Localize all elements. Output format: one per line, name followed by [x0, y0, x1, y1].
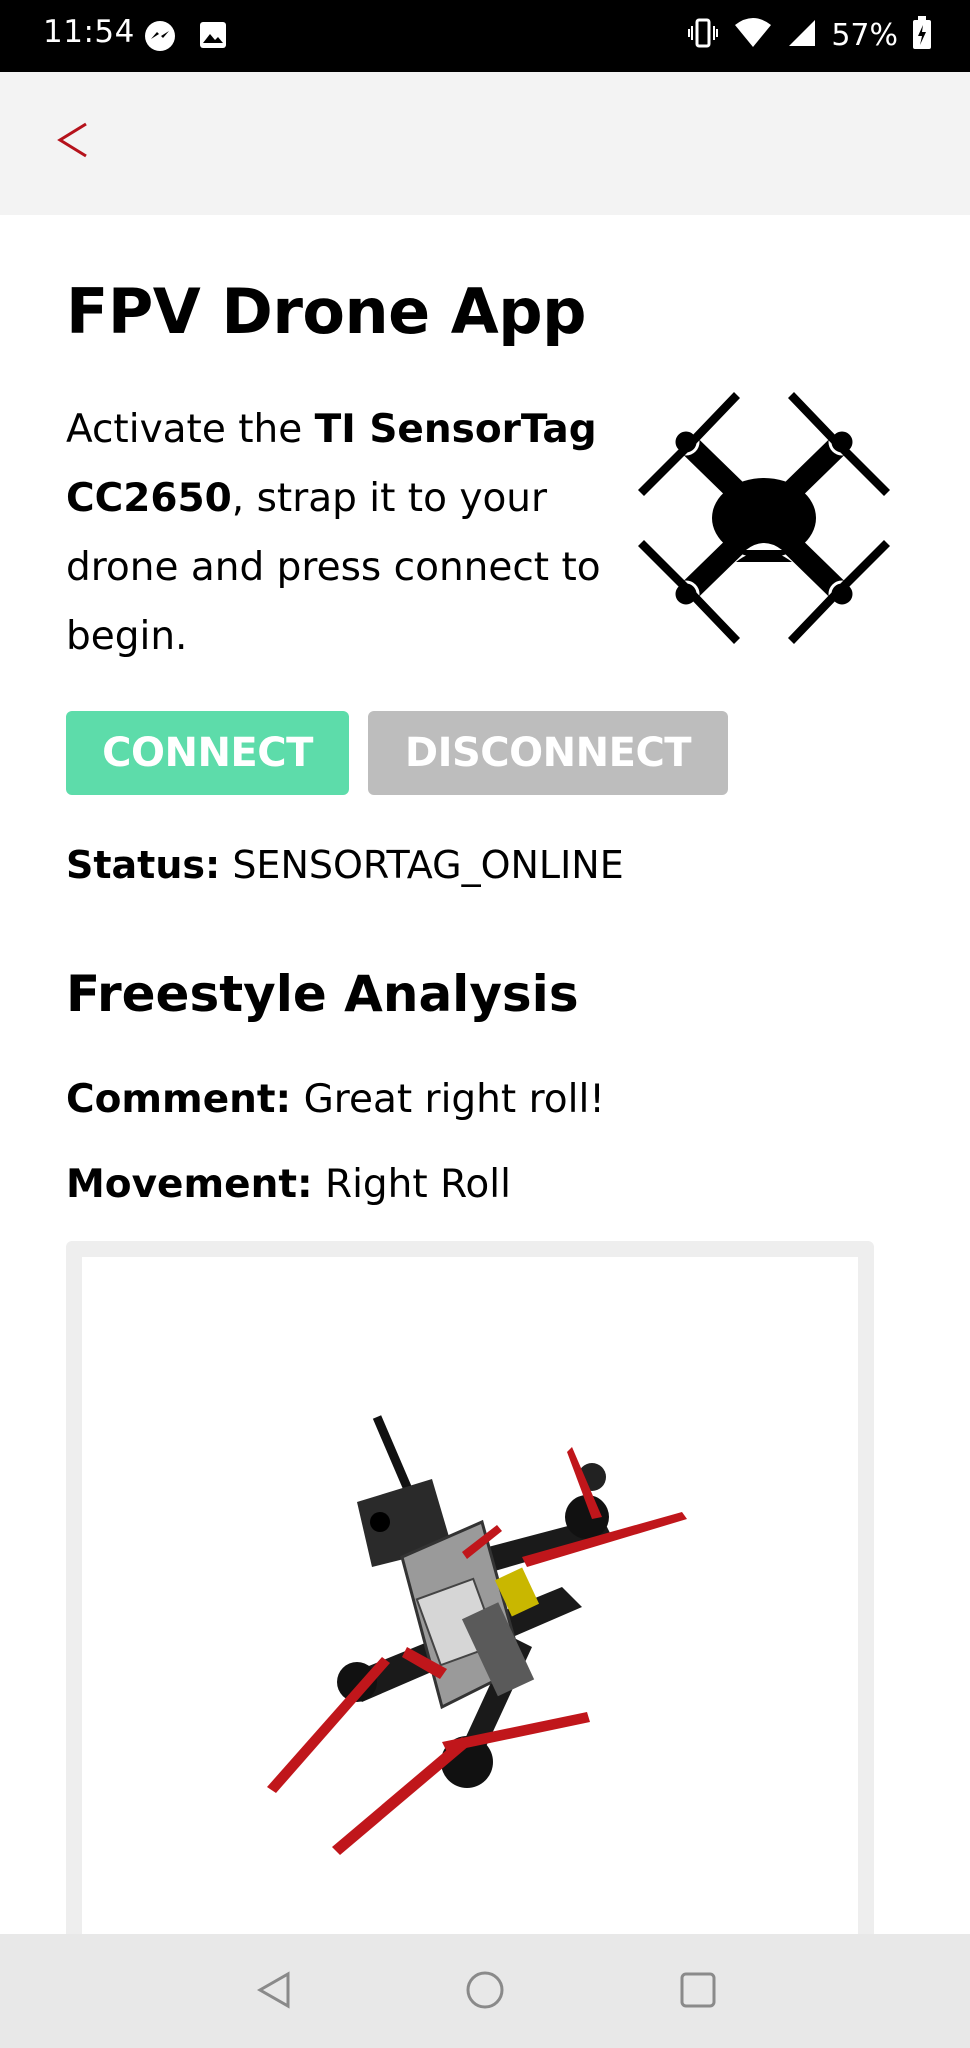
status-value: SENSORTAG_ONLINE	[232, 843, 624, 887]
navigation-bar	[0, 1934, 970, 2048]
battery-icon	[912, 16, 932, 54]
nav-back-button[interactable]	[244, 1962, 304, 2022]
disconnect-button[interactable]: DISCONNECT	[368, 711, 728, 795]
page-title: FPV Drone App	[66, 275, 587, 348]
app-bar	[0, 72, 970, 215]
comment-row: Comment: Great right roll!	[66, 1077, 605, 1122]
drone-3d-viewer[interactable]	[66, 1241, 874, 2017]
section-title: Freestyle Analysis	[66, 965, 579, 1023]
back-button[interactable]	[48, 112, 98, 172]
movement-row: Movement: Right Roll	[66, 1162, 511, 1207]
intro-text-part: Activate the	[66, 407, 315, 452]
comment-label: Comment:	[66, 1077, 292, 1122]
status-line: Status: SENSORTAG_ONLINE	[66, 843, 624, 887]
connect-button[interactable]: CONNECT	[66, 711, 349, 795]
nav-home-button[interactable]	[455, 1962, 515, 2022]
movement-value: Right Roll	[324, 1162, 511, 1207]
nav-recents-button[interactable]	[668, 1962, 728, 2022]
comment-value: Great right roll!	[303, 1077, 605, 1122]
battery-percentage: 57%	[831, 17, 898, 53]
vibrate-icon	[687, 17, 719, 53]
home-circle-icon	[465, 1970, 505, 2014]
status-time: 11:54	[43, 14, 135, 50]
status-bar: 11:54 57%	[0, 0, 970, 72]
wifi-icon	[733, 17, 773, 53]
recents-square-icon	[678, 1970, 718, 2014]
status-label: Status:	[66, 843, 221, 887]
signal-icon	[787, 18, 817, 52]
back-triangle-icon	[254, 1970, 294, 2014]
system-icons: 57%	[687, 16, 932, 54]
drone-model-image	[267, 1415, 687, 1855]
movement-label: Movement:	[66, 1162, 313, 1207]
chevron-left-icon	[56, 120, 90, 164]
notification-icons	[144, 20, 228, 56]
drone-icon	[636, 390, 892, 646]
intro-text: Activate the TI SensorTag CC2650, strap …	[66, 395, 636, 671]
image-icon	[198, 20, 228, 56]
messenger-icon	[144, 20, 176, 56]
viewer-canvas[interactable]	[82, 1257, 858, 2017]
